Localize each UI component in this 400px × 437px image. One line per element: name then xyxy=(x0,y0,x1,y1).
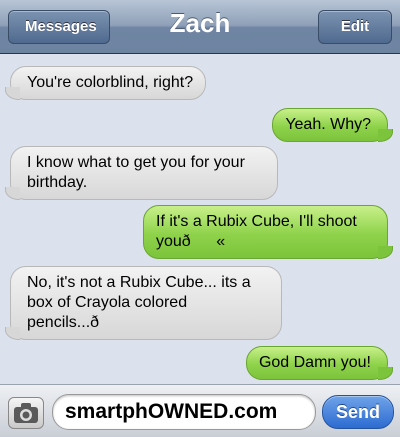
message-bubble-incoming[interactable]: I know what to get you for your birthday… xyxy=(5,146,278,200)
camera-icon xyxy=(14,403,38,423)
message-bubble-incoming[interactable]: You're colorblind, right? xyxy=(4,66,207,100)
message-bubble-incoming[interactable]: No, it's not a Rubix Cube... its a box o… xyxy=(5,266,282,340)
message-thread[interactable]: You're colorblind, right? Yeah. Why? I k… xyxy=(0,54,400,380)
send-button[interactable]: Send xyxy=(322,395,394,429)
camera-button[interactable] xyxy=(8,397,44,429)
edit-button[interactable]: Edit xyxy=(318,10,392,44)
message-composer: smartphOWNED.com Send xyxy=(0,384,400,437)
navigation-bar: Messages Zach Edit xyxy=(0,0,400,54)
message-bubble-outgoing[interactable]: Yeah. Why? xyxy=(272,108,393,142)
message-bubble-outgoing[interactable]: God Damn you! xyxy=(245,346,394,380)
message-input[interactable]: smartphOWNED.com xyxy=(52,394,316,430)
message-bubble-outgoing[interactable]: If it's a Rubix Cube, I'll shoot youð« xyxy=(143,205,393,259)
